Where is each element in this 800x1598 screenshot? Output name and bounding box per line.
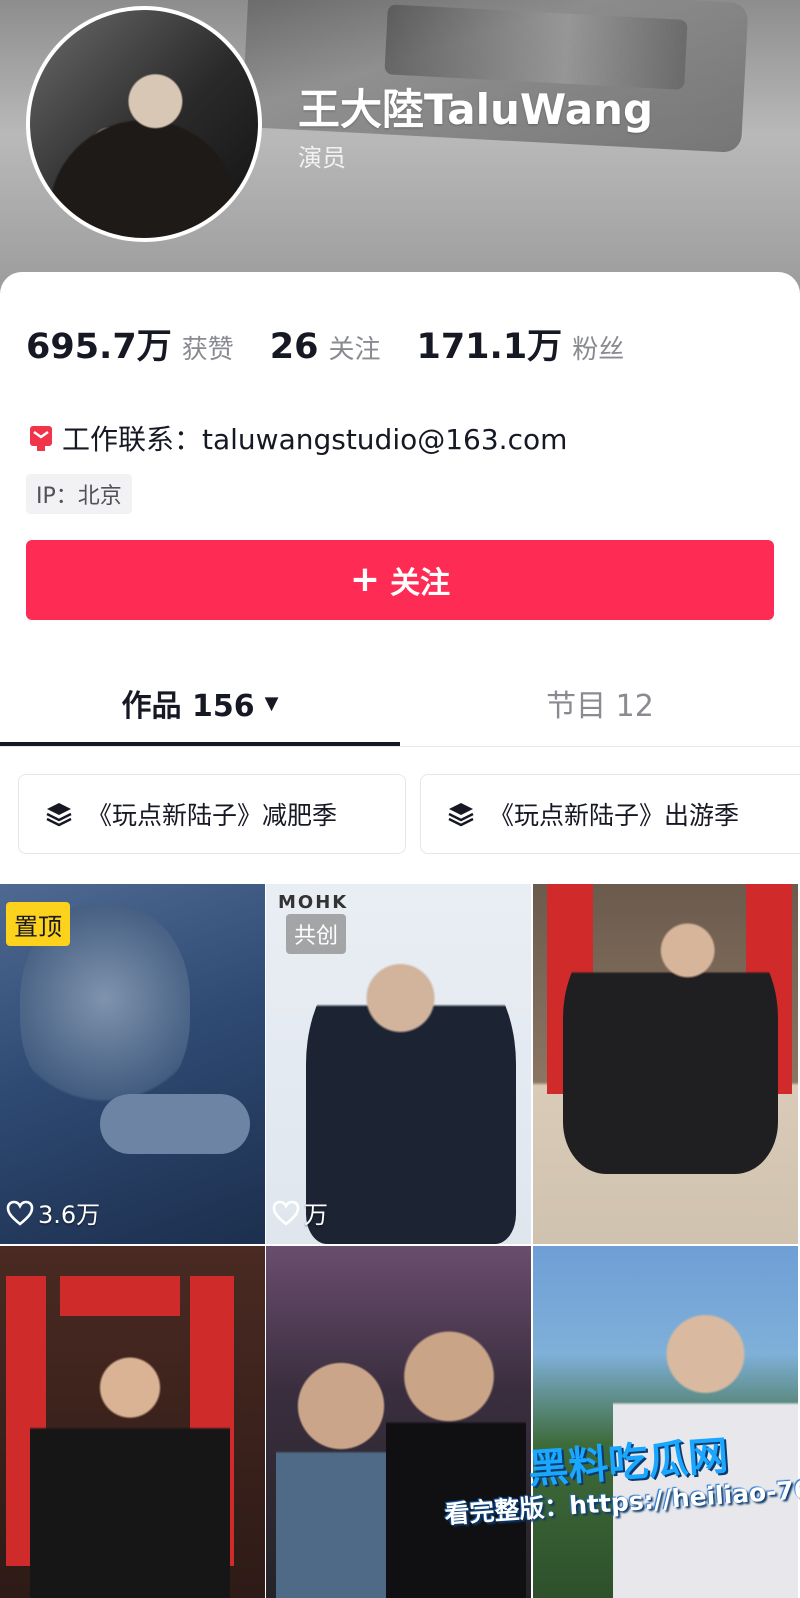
layers-icon <box>448 803 474 827</box>
thumbnail-image <box>563 914 778 1174</box>
stat-label: 粉丝 <box>572 335 625 365</box>
tab-programs[interactable]: 节目 12 <box>400 660 800 746</box>
heart-icon <box>272 1200 300 1226</box>
video-thumbnail[interactable] <box>533 884 798 1244</box>
like-count-text: 3.6万 <box>38 1201 101 1229</box>
collection-chip[interactable]: 《玩点新陆子》减肥季 <box>18 774 406 854</box>
like-count-text: 万 <box>304 1201 328 1229</box>
mail-icon <box>28 423 54 453</box>
co-creation-badge: 共创 <box>286 914 347 954</box>
stat-label: 关注 <box>328 335 381 365</box>
like-count: 万 <box>272 1195 328 1230</box>
caret-down-icon: ▼ <box>264 692 279 714</box>
stat-value: 171.1万 <box>416 327 563 367</box>
layers-icon <box>46 803 72 827</box>
thumbnail-image <box>30 1326 230 1598</box>
occupation-label: 演员 <box>298 144 346 172</box>
stat-value: 695.7万 <box>26 327 172 367</box>
video-thumbnail[interactable] <box>533 1246 798 1598</box>
plus-icon: + <box>349 559 381 600</box>
ip-location-tag: IP：北京 <box>26 474 132 514</box>
tab-label: 节目 12 <box>546 689 654 724</box>
collection-label: 《玩点新陆子》减肥季 <box>87 801 338 830</box>
content-tabs: 作品 156 ▼ 节目 12 <box>0 660 800 750</box>
follow-button[interactable]: + 关注 <box>26 540 774 620</box>
pinned-badge: 置顶 <box>6 902 70 946</box>
stats-row: 695.7万 获赞 26 关注 171.1万 粉丝 <box>26 318 660 367</box>
like-count: 3.6万 <box>6 1195 100 1230</box>
tab-works[interactable]: 作品 156 ▼ <box>0 660 400 746</box>
thumbnail-image <box>306 944 516 1244</box>
collection-chip[interactable]: 《玩点新陆子》出游季 <box>420 774 800 854</box>
stat-value: 26 <box>269 327 319 367</box>
tab-label: 作品 156 <box>121 689 255 724</box>
stat-likes: 695.7万 获赞 <box>26 318 234 369</box>
avatar[interactable] <box>26 6 262 242</box>
stat-following[interactable]: 26 关注 <box>270 327 381 367</box>
stat-label: 获赞 <box>181 335 234 365</box>
collection-label: 《玩点新陆子》出游季 <box>489 801 740 830</box>
heart-icon <box>6 1200 34 1226</box>
brand-logo: MOHK <box>278 892 349 913</box>
tab-divider <box>0 746 800 747</box>
stat-followers[interactable]: 171.1万 粉丝 <box>416 318 624 369</box>
contact-info: 工作联系：taluwangstudio@163.com <box>28 418 567 458</box>
video-thumbnail[interactable] <box>266 1246 531 1598</box>
video-thumbnail[interactable]: MOHK 共创 万 <box>266 884 531 1244</box>
follow-button-label: 关注 <box>390 566 451 601</box>
video-thumbnail[interactable]: 置顶 3.6万 <box>0 884 265 1244</box>
contact-text: 工作联系：taluwangstudio@163.com <box>62 423 568 456</box>
collections-row: 《玩点新陆子》减肥季 《玩点新陆子》出游季 <box>18 774 800 854</box>
display-name: 王大陸TaluWang <box>298 85 654 134</box>
video-thumbnail[interactable] <box>0 1246 265 1598</box>
